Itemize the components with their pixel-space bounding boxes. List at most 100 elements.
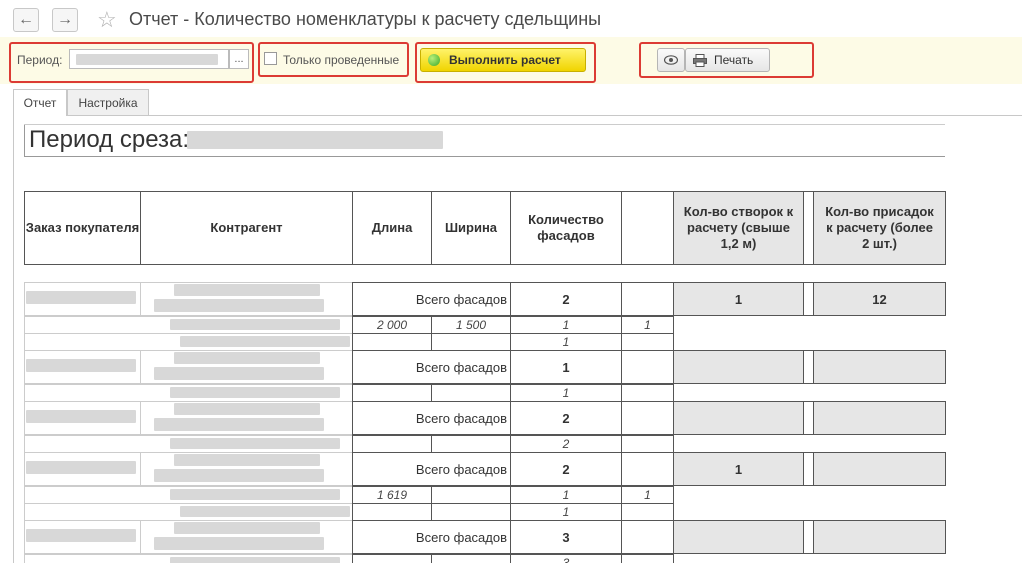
counterparty-redacted [174, 522, 320, 534]
detail-width-cell-text: 1 500 [455, 318, 487, 332]
additives-cell [813, 350, 946, 384]
total-label-cell: Всего фасадов [352, 401, 511, 435]
report-sheet: Период среза: Заказ покупателя Контрагент… [13, 115, 1022, 563]
sashes-cell [673, 520, 804, 554]
item-redacted [170, 438, 340, 449]
detail-extra-cell: 1 [621, 486, 674, 504]
detail-extra-cell [621, 554, 674, 563]
tab-report[interactable]: Отчет [13, 89, 67, 116]
detail-length-cell-text: 1 619 [376, 488, 408, 502]
favorite-star-icon[interactable]: ☆ [97, 8, 117, 32]
total-label-cell-text: Всего фасадов [415, 529, 507, 545]
total-count-cell: 3 [510, 520, 622, 554]
tab-report-label: Отчет [23, 96, 57, 110]
total-empty-cell [621, 452, 674, 486]
col-header-additives: Кол-во присадок к расчету (более 2 шт.) [813, 191, 946, 265]
col-header-length-text: Длина [371, 220, 413, 235]
additives-cell [813, 520, 946, 554]
col-header-empty [621, 191, 674, 265]
order-redacted [26, 529, 136, 542]
additives-cell [813, 401, 946, 435]
sashes-cell-text: 1 [734, 291, 743, 307]
col-header-order: Заказ покупателя [24, 191, 141, 265]
detail-width-cell [431, 554, 511, 563]
detail-count-cell: 1 [510, 316, 622, 334]
order-redacted [26, 291, 136, 304]
additives-cell-text: 12 [872, 291, 887, 307]
detail-width-cell [431, 435, 511, 453]
detail-count-cell: 1 [510, 503, 622, 521]
counterparty-redacted [154, 367, 324, 380]
detail-count-cell: 1 [510, 384, 622, 402]
col-header-facades-count: Количество фасадов [510, 191, 622, 265]
total-count-cell-text: 2 [562, 461, 570, 477]
col-header-sashes-text: Кол-во створок к расчету (свыше 1,2 м) [683, 204, 794, 251]
total-count-cell: 1 [510, 350, 622, 384]
counterparty-redacted [154, 469, 324, 482]
sashes-cell: 1 [673, 282, 804, 316]
highlight-run [415, 42, 596, 83]
sashes-cell: 1 [673, 452, 804, 486]
order-redacted [26, 359, 136, 372]
additives-cell [813, 452, 946, 486]
total-count-cell: 2 [510, 401, 622, 435]
total-label-cell: Всего фасадов [352, 452, 511, 486]
col-header-length: Длина [352, 191, 432, 265]
detail-count-cell-text: 1 [562, 318, 570, 332]
counterparty-redacted [154, 537, 324, 550]
detail-extra-cell [621, 333, 674, 351]
detail-length-cell [352, 503, 432, 521]
total-label-cell-text: Всего фасадов [415, 410, 507, 426]
window-title: Отчет - Количество номенклатуры к расчет… [129, 9, 602, 29]
detail-count-cell-text: 1 [562, 505, 570, 519]
total-label-cell: Всего фасадов [352, 520, 511, 554]
order-redacted [26, 461, 136, 474]
additives-cell: 12 [813, 282, 946, 316]
tab-settings[interactable]: Настройка [67, 89, 149, 115]
detail-length-cell: 1 619 [352, 486, 432, 504]
detail-length-cell [352, 435, 432, 453]
back-button[interactable]: ← [13, 8, 39, 32]
detail-extra-cell: 1 [621, 316, 674, 334]
detail-length-cell [352, 384, 432, 402]
counterparty-redacted [154, 418, 324, 431]
col-header-order-text: Заказ покупателя [25, 220, 140, 235]
total-label-cell-text: Всего фасадов [415, 291, 507, 307]
detail-length-cell: 2 000 [352, 316, 432, 334]
total-empty-cell [621, 350, 674, 384]
total-count-cell: 2 [510, 282, 622, 316]
detail-width-cell [431, 384, 511, 402]
total-count-cell: 2 [510, 452, 622, 486]
col-header-counterparty-text: Контрагент [210, 220, 283, 235]
tab-settings-label: Настройка [78, 95, 138, 110]
col-header-sashes: Кол-во створок к расчету (свыше 1,2 м) [673, 191, 804, 265]
total-empty-cell [621, 282, 674, 316]
detail-extra-cell-text: 1 [644, 488, 651, 502]
total-label-cell: Всего фасадов [352, 350, 511, 384]
col-header-facades-count-text: Количество фасадов [528, 212, 604, 243]
detail-width-cell: 1 500 [431, 316, 511, 334]
counterparty-redacted [174, 403, 320, 415]
detail-length-cell [352, 333, 432, 351]
report-title: Период среза: [29, 126, 190, 153]
report-period-redacted [187, 131, 443, 149]
counterparty-redacted [174, 454, 320, 466]
detail-width-cell [431, 333, 511, 351]
forward-button[interactable]: → [52, 8, 78, 32]
col-header-counterparty: Контрагент [140, 191, 353, 265]
detail-extra-cell [621, 384, 674, 402]
total-label-cell-text: Всего фасадов [415, 461, 507, 477]
total-label-cell: Всего фасадов [352, 282, 511, 316]
detail-extra-cell-text: 1 [644, 318, 651, 332]
detail-extra-cell [621, 435, 674, 453]
counterparty-redacted [154, 299, 324, 312]
total-empty-cell [621, 520, 674, 554]
item-redacted [180, 506, 350, 517]
detail-count-cell: 3 [510, 554, 622, 563]
detail-count-cell-text: 1 [562, 335, 570, 349]
arrow-left-icon: ← [18, 11, 34, 28]
col-header-width-text: Ширина [444, 220, 498, 235]
total-empty-cell [621, 401, 674, 435]
counterparty-redacted [174, 352, 320, 364]
item-redacted [170, 319, 340, 330]
